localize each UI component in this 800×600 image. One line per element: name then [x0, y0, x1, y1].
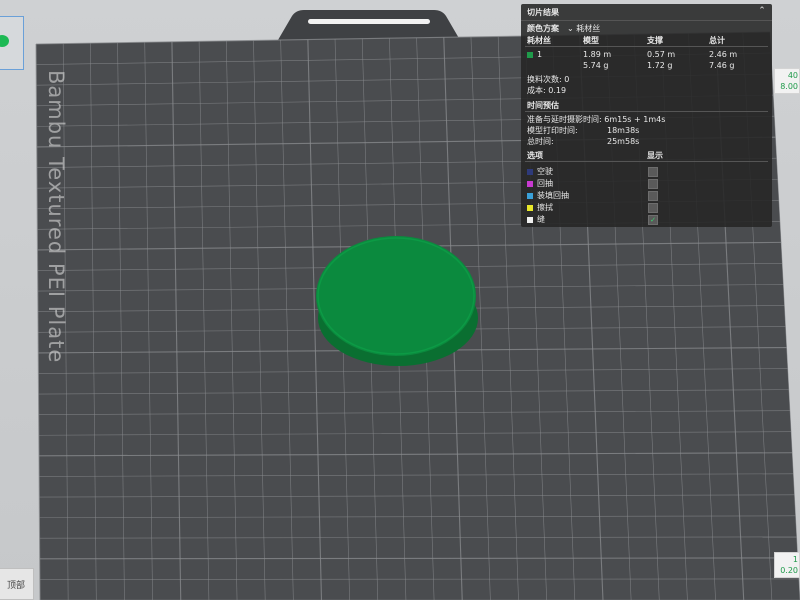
- filament-id-text: 1: [537, 50, 543, 59]
- header-support: 支撑: [647, 36, 663, 45]
- option-color-swatch: [527, 180, 533, 187]
- slicer-viewport[interactable]: Bambu Textured PEI Plate 40 8.00 1 0.20 …: [0, 0, 800, 600]
- option-display-checkbox[interactable]: [648, 179, 658, 189]
- header-total: 总计: [709, 36, 725, 45]
- color-scheme-label: 颜色方案: [527, 24, 559, 33]
- option-color-swatch: [527, 204, 533, 211]
- top-layer-height: 8.00: [780, 82, 798, 91]
- total-time-value: 25m58s: [607, 137, 640, 146]
- option-row: 擦拭: [527, 202, 553, 213]
- option-label: 缝: [537, 215, 545, 224]
- filament-id: 1: [527, 49, 542, 60]
- total-time-label: 总时间:: [527, 137, 554, 146]
- option-display-checkbox[interactable]: [648, 167, 658, 177]
- option-label: 装填回抽: [537, 191, 569, 200]
- option-display-checkbox[interactable]: [648, 191, 658, 201]
- print-time-value: 18m38s: [607, 126, 640, 135]
- slicing-result-panel: 切片结果 ⌃ 颜色方案 ⌄ 耗材丝 耗材丝 模型 支撑 总计 1 1.89 m …: [521, 4, 772, 227]
- display-header: 显示: [647, 151, 663, 160]
- total-weight: 7.46 g: [709, 61, 735, 70]
- option-row: 回抽: [527, 178, 553, 189]
- chevron-down-icon: ⌄: [567, 24, 574, 33]
- option-color-swatch: [527, 192, 533, 199]
- header-model: 模型: [583, 36, 599, 45]
- model-length: 1.89 m: [583, 50, 612, 59]
- option-label: 回抽: [537, 179, 553, 188]
- plate-label: Bambu Textured PEI Plate: [44, 70, 68, 364]
- model-weight: 5.74 g: [583, 61, 609, 70]
- option-color-swatch: [527, 216, 533, 223]
- option-row: 缝: [527, 214, 545, 225]
- layer-slider-bottom-readout[interactable]: 1 0.20: [774, 552, 800, 578]
- model-top: [316, 236, 476, 356]
- plate-tab: [278, 10, 460, 40]
- option-display-checkbox[interactable]: [648, 203, 658, 213]
- header-filament: 耗材丝: [527, 36, 551, 45]
- support-weight: 1.72 g: [647, 61, 673, 70]
- options-divider: [525, 161, 768, 162]
- total-length: 2.46 m: [709, 50, 738, 59]
- bottom-layer-number: 1: [792, 555, 798, 564]
- support-length: 0.57 m: [647, 50, 676, 59]
- time-divider: [525, 111, 768, 112]
- option-label: 空驶: [537, 167, 553, 176]
- color-scheme-value: 耗材丝: [576, 24, 601, 33]
- panel-title: 切片结果: [527, 8, 559, 17]
- time-estimate-header: 时间预估: [527, 101, 559, 110]
- filament-color-swatch: [527, 51, 533, 58]
- plate-tab-handle: [308, 19, 430, 24]
- thumbnail-model: [0, 35, 9, 47]
- top-layer-number: 40: [787, 71, 798, 80]
- option-label: 擦拭: [537, 203, 553, 212]
- option-row: 装填回抽: [527, 190, 569, 201]
- cost: 成本: 0.19: [527, 86, 567, 95]
- options-header: 选项: [527, 151, 543, 160]
- color-scheme-dropdown[interactable]: ⌄ 耗材丝: [567, 23, 600, 34]
- layer-slider-top-readout[interactable]: 40 8.00: [774, 68, 800, 94]
- filament-changes: 换料次数: 0: [527, 75, 570, 84]
- print-time-label: 模型打印时间:: [527, 126, 578, 135]
- prep-time: 准备与延时摄影时间: 6m15s + 1m4s: [527, 115, 666, 124]
- bottom-layer-height: 0.20: [780, 566, 798, 575]
- plate-thumbnail[interactable]: [0, 16, 24, 70]
- option-display-checkbox[interactable]: ✓: [648, 215, 658, 225]
- collapse-chevron-up-icon[interactable]: ⌃: [756, 6, 768, 18]
- panel-divider: [521, 20, 772, 21]
- header-divider: [525, 46, 768, 47]
- top-view-button[interactable]: 顶部: [0, 568, 34, 600]
- option-row: 空驶: [527, 166, 553, 177]
- option-color-swatch: [527, 168, 533, 175]
